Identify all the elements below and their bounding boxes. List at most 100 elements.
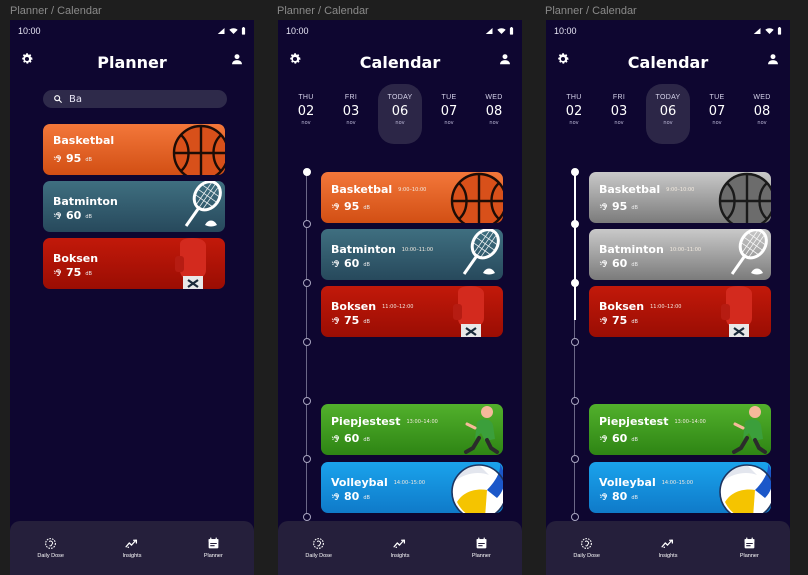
card-unit: dB (631, 262, 638, 268)
day-fri[interactable]: FRI 03 nov (333, 84, 369, 144)
nav-planner[interactable]: Planner (451, 537, 511, 559)
nav-daily-dose[interactable]: Daily Dose (21, 537, 81, 559)
activity-card-basketbal[interactable]: Basketbal 95 dB (43, 124, 225, 175)
day-tue[interactable]: TUE 07 nov (431, 84, 467, 144)
calendar-card-boksen[interactable]: Boksen 11:00–12:00 75 dB (321, 286, 503, 337)
timeline (570, 168, 579, 572)
day-name: TODAY (655, 94, 681, 101)
card-name: Volleybal 14:00–15:00 (331, 476, 425, 489)
day-date: 02 (297, 104, 315, 119)
card-name-text: Batminton (599, 243, 664, 256)
day-date: 06 (391, 104, 409, 119)
search-input[interactable]: Ba (43, 90, 227, 108)
timeline-dot (570, 338, 579, 346)
card-time: 13:00–14:00 (674, 419, 706, 425)
activity-card-boksen[interactable]: Boksen 75 dB (43, 238, 225, 289)
nav-label: Daily Dose (573, 553, 600, 559)
planner-icon (475, 537, 488, 550)
calendar-card-basketbal-done[interactable]: Basketbal 9:00–10:00 95 dB (589, 172, 771, 223)
day-name: FRI (612, 94, 626, 101)
card-value: 95 (66, 152, 82, 165)
day-tue[interactable]: TUE 07 nov (699, 84, 735, 144)
calendar-card-piepjestest[interactable]: Piepjestest 13:00–14:00 60 dB (589, 404, 771, 455)
calendar-card-volleybal[interactable]: Volleybal 14:00–15:00 80 dB (589, 462, 771, 513)
card-time: 14:00–15:00 (661, 480, 694, 486)
card-time: 9:00–10:00 (666, 187, 695, 193)
card-value: 60 (612, 257, 628, 270)
calendar-card-piepjestest[interactable]: Piepjestest 13:00–14:00 60 dB (321, 404, 503, 455)
nav-planner[interactable]: Planner (183, 537, 243, 559)
card-value: 75 (66, 266, 82, 279)
ear-icon (53, 268, 63, 278)
ear-icon (331, 492, 341, 502)
nav-insights[interactable]: Insights (102, 537, 162, 559)
nav-daily-dose[interactable]: Daily Dose (289, 537, 349, 559)
day-thu[interactable]: THU 02 nov (288, 84, 324, 144)
battery-icon (777, 27, 782, 35)
calendar-card-basketbal[interactable]: Basketbal 9:00–10:00 95 dB (321, 172, 503, 223)
card-decibel: 80 dB (599, 490, 638, 503)
day-today[interactable]: TODAY 06 nov (378, 84, 422, 144)
card-value: 60 (344, 432, 360, 445)
frame-label: Planner / Calendar (545, 5, 637, 17)
signal-icon (217, 27, 226, 35)
nav-label: Planner (739, 553, 759, 559)
timeline-line (306, 194, 307, 564)
card-decibel: 95 dB (331, 200, 370, 213)
nav-daily-dose[interactable]: Daily Dose (557, 537, 617, 559)
nav-insights[interactable]: Insights (638, 537, 698, 559)
ear-icon (331, 259, 341, 269)
nav-label: Planner (471, 553, 491, 559)
nav-insights[interactable]: Insights (370, 537, 430, 559)
day-wed[interactable]: WED 08 nov (476, 84, 512, 144)
basketball-icon (165, 124, 225, 175)
nav-label: Insights (658, 553, 678, 559)
app-header: Planner (10, 50, 254, 76)
card-unit: dB (85, 214, 92, 220)
card-name: Batminton (53, 195, 118, 208)
calendar-card-volleybal[interactable]: Volleybal 14:00–15:00 80 dB (321, 462, 503, 513)
day-thu[interactable]: THU 02 nov (556, 84, 592, 144)
status-bar: 10:00 (554, 24, 782, 38)
calendar-screen: 10:00 Calendar THU 02 nov FRI 03 nov TODAY 06… (278, 20, 522, 575)
timeline-dot (302, 220, 311, 228)
timeline-dot (302, 397, 311, 405)
ear-icon (53, 211, 63, 221)
card-value: 60 (66, 209, 82, 222)
nav-label: Insights (122, 553, 142, 559)
runner-icon (711, 404, 771, 455)
day-wed[interactable]: WED 08 nov (744, 84, 780, 144)
card-value: 75 (612, 314, 628, 327)
day-fri[interactable]: FRI 03 nov (601, 84, 637, 144)
day-month: nov (569, 120, 579, 126)
page-title: Calendar (359, 53, 441, 72)
nav-planner[interactable]: Planner (719, 537, 779, 559)
activity-card-batminton[interactable]: Batminton 60 dB (43, 181, 225, 232)
day-date: 06 (659, 104, 677, 119)
card-name-text: Boksen (331, 300, 377, 313)
battery-icon (509, 27, 514, 35)
day-month: nov (757, 120, 767, 126)
card-name: Boksen (53, 252, 99, 265)
profile-icon[interactable] (230, 52, 244, 66)
profile-icon[interactable] (766, 52, 780, 66)
card-decibel: 60 dB (599, 432, 638, 445)
bottom-nav: Daily Dose Insights Planner (546, 521, 790, 575)
card-name-text: Volleybal (331, 476, 388, 489)
calendar-card-batminton-done[interactable]: Batminton 10:00–11:00 60 dB (589, 229, 771, 280)
search-icon (53, 94, 63, 104)
day-name: TUE (709, 94, 725, 101)
calendar-card-batminton[interactable]: Batminton 10:00–11:00 60 dB (321, 229, 503, 280)
timeline-dot (302, 338, 311, 346)
card-value: 60 (612, 432, 628, 445)
card-name: Basketbal (53, 134, 115, 147)
calendar-card-boksen[interactable]: Boksen 11:00–12:00 75 dB (589, 286, 771, 337)
card-name: Basketbal 9:00–10:00 (599, 183, 694, 196)
profile-icon[interactable] (498, 52, 512, 66)
basketball-icon (711, 172, 771, 223)
timeline (302, 168, 311, 572)
day-today[interactable]: TODAY 06 nov (646, 84, 690, 144)
card-value: 75 (344, 314, 360, 327)
nav-label: Insights (390, 553, 410, 559)
insights-icon (661, 537, 674, 550)
